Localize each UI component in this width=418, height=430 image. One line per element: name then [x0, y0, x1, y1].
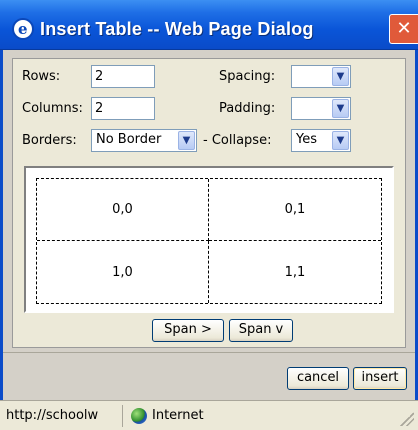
padding-select[interactable]: ▼ [291, 97, 351, 120]
table-cell[interactable]: 1,0 [37, 241, 209, 303]
table-cell[interactable]: 1,1 [209, 241, 381, 303]
chevron-down-icon[interactable]: ▼ [332, 131, 349, 150]
status-url: http://schoolw [6, 408, 99, 423]
cancel-button[interactable]: cancel [287, 367, 349, 390]
globe-icon [131, 408, 147, 424]
chevron-down-icon[interactable]: ▼ [332, 67, 349, 86]
padding-label: Padding: [219, 101, 276, 116]
span-down-button[interactable]: Span v [229, 319, 293, 342]
collapse-select[interactable]: Yes ▼ [291, 129, 351, 152]
close-button[interactable]: ✕ [389, 14, 418, 44]
title-bar[interactable]: e Insert Table -- Web Page Dialog ✕ [0, 0, 418, 50]
resize-grip[interactable] [400, 412, 414, 426]
columns-input[interactable]: 2 [91, 97, 155, 120]
ie-icon: e [12, 18, 34, 40]
borders-value: No Border [96, 132, 162, 147]
table-cell[interactable]: 0,1 [209, 179, 381, 241]
borders-label: Borders: [22, 133, 77, 148]
borders-select[interactable]: No Border ▼ [91, 129, 197, 152]
status-bar: http://schoolw Internet [0, 400, 418, 430]
security-zone: Internet [152, 408, 204, 423]
spacing-label: Spacing: [219, 69, 276, 84]
rows-input[interactable]: 2 [91, 65, 155, 88]
table-grid: 0,0 0,1 1,0 1,1 [36, 178, 382, 304]
columns-label: Columns: [22, 101, 83, 116]
table-cell[interactable]: 0,0 [37, 179, 209, 241]
window-frame-left [0, 50, 3, 400]
status-divider [122, 405, 123, 427]
table-preview: 0,0 0,1 1,0 1,1 [24, 166, 394, 313]
span-right-button[interactable]: Span > [152, 319, 224, 342]
window-title: Insert Table -- Web Page Dialog [40, 19, 314, 39]
rows-label: Rows: [22, 69, 61, 84]
chevron-down-icon[interactable]: ▼ [332, 99, 349, 118]
chevron-down-icon[interactable]: ▼ [178, 131, 195, 150]
collapse-label: - Collapse: [203, 133, 272, 148]
insert-button[interactable]: insert [353, 367, 407, 390]
spacing-select[interactable]: ▼ [291, 65, 351, 88]
divider [3, 352, 415, 353]
collapse-value: Yes [296, 132, 317, 147]
